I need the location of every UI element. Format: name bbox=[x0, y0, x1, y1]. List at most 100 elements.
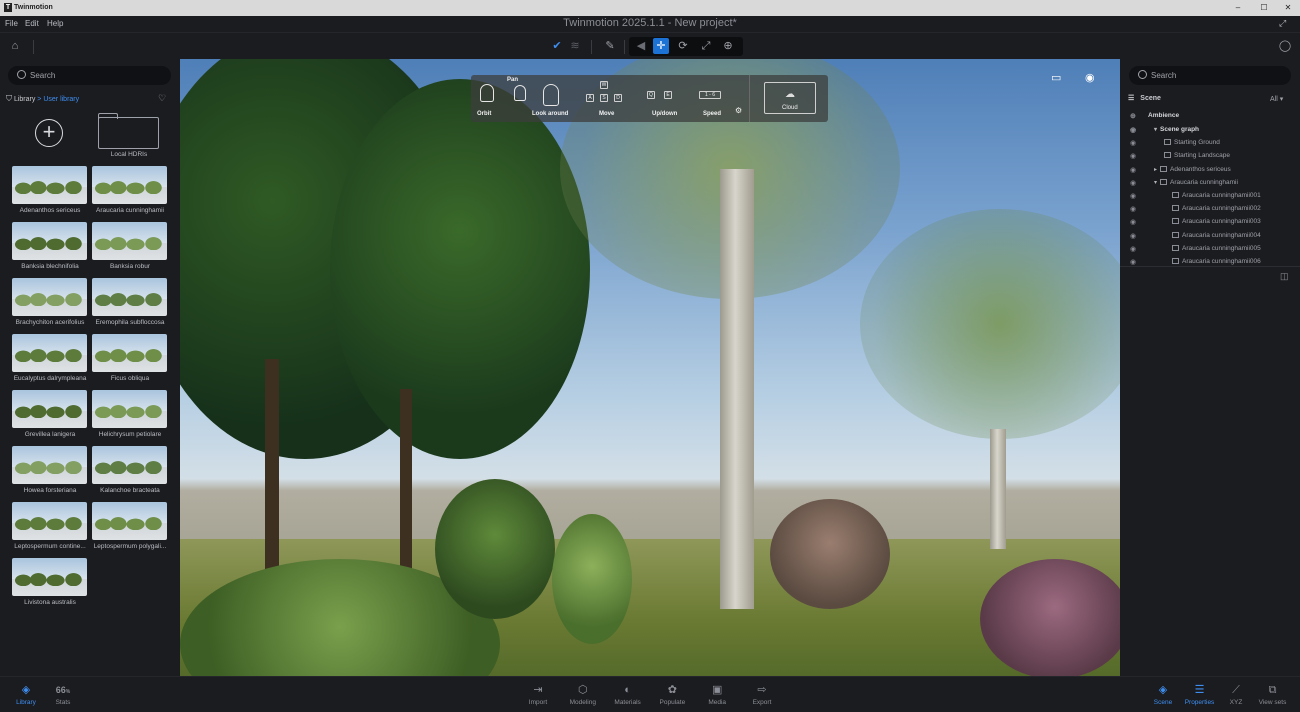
visibility-eye-icon[interactable]: ◉ bbox=[1130, 192, 1136, 200]
dock-library-button[interactable]: ◈ Library bbox=[6, 683, 46, 706]
scale-mode-icon[interactable]: ⤢ bbox=[698, 38, 714, 54]
dock-label: Stats bbox=[55, 699, 71, 706]
globe-icon[interactable]: ⊕ bbox=[720, 38, 736, 54]
visibility-eye-icon[interactable]: ◉ bbox=[1130, 258, 1136, 266]
toolbar-divider bbox=[591, 40, 592, 54]
toolbar-divider bbox=[624, 40, 625, 54]
menu-help[interactable]: Help bbox=[47, 19, 63, 28]
favorites-heart-icon[interactable]: ♡ bbox=[158, 93, 166, 104]
xyz-icon: ⟋ bbox=[1232, 684, 1240, 696]
library-item-thumbnail[interactable] bbox=[12, 390, 87, 428]
chevron-down-icon[interactable]: ▾ bbox=[1154, 127, 1157, 133]
library-item-thumbnail[interactable] bbox=[92, 390, 167, 428]
dock-xyz-button[interactable]: ⟋ XYZ bbox=[1216, 683, 1256, 706]
library-item-thumbnail[interactable] bbox=[12, 502, 87, 540]
visibility-eye-icon[interactable]: ◉ bbox=[1130, 245, 1136, 253]
library-item-thumbnail[interactable] bbox=[12, 558, 87, 596]
move-mode-icon[interactable]: ✛ bbox=[653, 38, 669, 54]
hud-settings-gear-icon[interactable]: ⚙ bbox=[735, 106, 742, 115]
dock-stats-button[interactable]: 66% Stats bbox=[43, 683, 83, 706]
scene-tree-item[interactable]: ◉ Araucaria cunninghamii005 bbox=[1130, 244, 1261, 258]
back-icon[interactable]: ◀ bbox=[633, 38, 649, 54]
scene-tree-item[interactable]: ◉ Araucaria cunninghamii002 bbox=[1130, 205, 1261, 218]
library-item-thumbnail[interactable] bbox=[12, 278, 87, 316]
stats-unit: % bbox=[65, 689, 71, 695]
visibility-eye-icon[interactable]: ◉ bbox=[1130, 232, 1136, 240]
library-item-label: Araucaria cunninghamii bbox=[96, 207, 164, 214]
library-search-input[interactable]: Search bbox=[8, 66, 171, 85]
eucalyptus-trunk bbox=[720, 169, 754, 609]
rotate-mode-icon[interactable]: ⟳ bbox=[675, 38, 691, 54]
dock-populate-button[interactable]: ✿ Populate bbox=[652, 683, 692, 706]
dock-panel-icon[interactable]: ◫ bbox=[1280, 271, 1289, 282]
3d-viewport[interactable]: Pan Orbit Look around W A S D Move Q E U… bbox=[180, 59, 1120, 676]
scene-tree-item[interactable]: ◉ Starting Ground bbox=[1130, 139, 1220, 152]
tree-canopy bbox=[330, 79, 590, 459]
dock-scene-button[interactable]: ◈ Scene bbox=[1143, 683, 1183, 706]
cloud-button[interactable]: ☁ Cloud bbox=[764, 82, 816, 114]
dock-view-sets-button[interactable]: ⧉ View sets bbox=[1253, 683, 1293, 706]
library-item-thumbnail[interactable] bbox=[92, 446, 167, 484]
scene-search-input[interactable]: Search bbox=[1129, 66, 1291, 85]
visibility-eye-icon[interactable]: ◉ bbox=[1130, 152, 1136, 160]
minimize-button[interactable]: – bbox=[1226, 2, 1250, 14]
plant-preview bbox=[92, 292, 167, 306]
library-item-thumbnail[interactable] bbox=[92, 166, 167, 204]
check-icon[interactable]: ✔ bbox=[549, 38, 565, 54]
dock-modeling-button[interactable]: ⬡ Modeling bbox=[563, 683, 603, 706]
scene-tree-item[interactable]: ◉ Araucaria cunninghamii006 bbox=[1130, 258, 1261, 271]
visibility-eye-icon[interactable]: ◉ bbox=[1130, 179, 1136, 187]
home-icon[interactable]: ⌂ bbox=[7, 38, 23, 54]
library-item-thumbnail[interactable] bbox=[92, 222, 167, 260]
visibility-eye-icon[interactable]: ◉ bbox=[1130, 126, 1136, 134]
visibility-eye-icon[interactable]: ◉ bbox=[1130, 218, 1136, 226]
dock-media-button[interactable]: ▣ Media bbox=[697, 683, 737, 706]
tree-ambience[interactable]: ⊕ Ambience bbox=[1130, 112, 1179, 125]
visibility-eye-icon[interactable]: ◉ bbox=[1130, 166, 1136, 174]
expand-icon[interactable]: ⤢ bbox=[1279, 18, 1286, 29]
maximize-button[interactable]: ☐ bbox=[1252, 2, 1276, 14]
plant-preview bbox=[12, 348, 87, 362]
library-item-thumbnail[interactable] bbox=[12, 222, 87, 260]
user-icon[interactable]: ◯ bbox=[1277, 38, 1293, 54]
scene-tree-item[interactable]: ◉ Araucaria cunninghamii001 bbox=[1130, 192, 1261, 205]
dock-label: Library bbox=[16, 699, 36, 706]
library-item-thumbnail[interactable] bbox=[12, 166, 87, 204]
scene-tree-item[interactable]: ◉ ▸ Adenanthos sericeus bbox=[1130, 165, 1231, 179]
visibility-eye-icon[interactable]: ◉ bbox=[1130, 139, 1136, 147]
close-button[interactable]: ✕ bbox=[1276, 2, 1300, 14]
dock-import-button[interactable]: ⇥ Import bbox=[518, 683, 558, 706]
folder-icon[interactable] bbox=[98, 113, 159, 149]
dock-export-button[interactable]: ⇨ Export bbox=[742, 683, 782, 706]
menu-file[interactable]: File bbox=[5, 19, 18, 28]
shrub bbox=[552, 514, 632, 644]
dock-properties-button[interactable]: ☰ Properties bbox=[1180, 683, 1220, 706]
visibility-eye-icon[interactable]: ◉ bbox=[1085, 71, 1095, 84]
chevron-right-icon[interactable]: ▸ bbox=[1154, 167, 1157, 173]
viewport-panel-icon[interactable]: ▭ bbox=[1051, 71, 1061, 84]
library-item-thumbnail[interactable] bbox=[92, 278, 167, 316]
scene-tree-item[interactable]: ◉ ▾ Araucaria cunninghamii bbox=[1130, 178, 1238, 192]
scene-tree-item[interactable]: ◉ ▾ Scene graph bbox=[1130, 126, 1200, 139]
breadcrumb-root[interactable]: Library bbox=[14, 96, 35, 103]
dock-materials-button[interactable]: ◐ Materials bbox=[608, 683, 648, 706]
export-icon: ⇨ bbox=[757, 684, 767, 696]
add-library-button[interactable]: + bbox=[35, 119, 63, 147]
dock-label: Populate bbox=[659, 699, 686, 706]
breadcrumb-current[interactable]: User library bbox=[43, 96, 79, 103]
library-item-thumbnail[interactable] bbox=[92, 502, 167, 540]
scene-tree-item[interactable]: ◉ Araucaria cunninghamii003 bbox=[1130, 218, 1261, 231]
scene-tree-item[interactable]: ◉ Araucaria cunninghamii004 bbox=[1130, 231, 1261, 245]
library-item-thumbnail[interactable] bbox=[12, 446, 87, 484]
scene-filter-dropdown[interactable]: All ▾ bbox=[1270, 95, 1283, 103]
tree-label: Scene graph bbox=[1160, 126, 1200, 133]
scene-tree-item[interactable]: ◉ Starting Landscape bbox=[1130, 152, 1230, 165]
plant-preview bbox=[12, 572, 87, 586]
menu-edit[interactable]: Edit bbox=[25, 19, 39, 28]
library-item-thumbnail[interactable] bbox=[12, 334, 87, 372]
library-item-thumbnail[interactable] bbox=[92, 334, 167, 372]
picker-icon[interactable]: ✎ bbox=[602, 38, 618, 54]
visibility-eye-icon[interactable]: ◉ bbox=[1130, 205, 1136, 213]
layers-icon[interactable]: ≋ bbox=[567, 38, 583, 54]
chevron-down-icon[interactable]: ▾ bbox=[1154, 180, 1157, 186]
